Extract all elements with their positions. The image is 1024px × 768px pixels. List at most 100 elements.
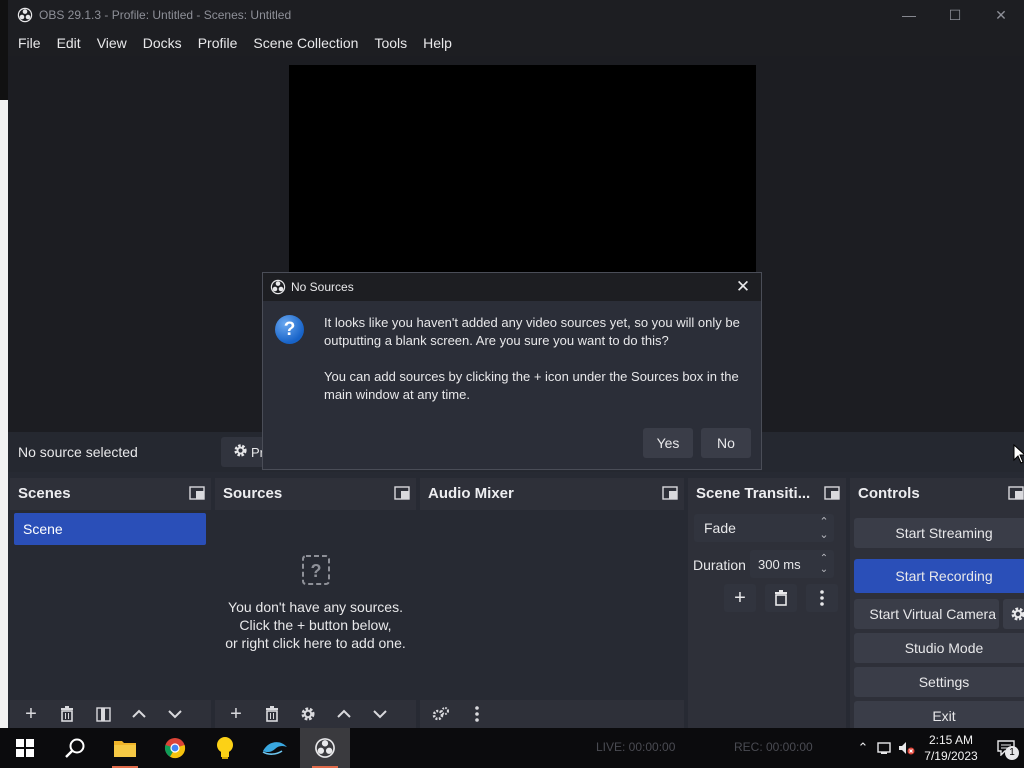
volume-muted-icon[interactable] (896, 728, 918, 768)
maximize-button[interactable]: ☐ (932, 0, 978, 30)
window-title: OBS 29.1.3 - Profile: Untitled - Scenes:… (39, 8, 292, 22)
empty-line-1: You don't have any sources. (228, 599, 403, 615)
question-icon: ? (275, 315, 304, 344)
plus-icon: + (734, 586, 746, 609)
obs-taskbar-button[interactable] (300, 728, 350, 768)
more-vertical-icon (820, 590, 824, 606)
menu-help[interactable]: Help (415, 30, 460, 56)
empty-sources-hint: ? You don't have any sources. Click the … (215, 554, 416, 652)
transition-select[interactable]: Fade ⌃ ⌄ (694, 514, 834, 542)
audio-mixer-dock: Audio Mixer (420, 478, 684, 728)
dialog-close-button[interactable]: ✕ (733, 277, 753, 297)
obs-logo-icon (270, 279, 286, 295)
chrome-button[interactable] (150, 728, 200, 768)
scenes-list[interactable]: Scene (10, 510, 211, 700)
start-streaming-button[interactable]: Start Streaming (854, 518, 1024, 548)
dolphin-app-button[interactable] (250, 728, 300, 768)
virtual-camera-settings-button[interactable] (1003, 599, 1024, 629)
search-button[interactable] (50, 728, 100, 768)
notifications-button[interactable]: 1 (988, 728, 1024, 768)
menu-view[interactable]: View (89, 30, 135, 56)
file-explorer-button[interactable] (100, 728, 150, 768)
undock-icon[interactable] (1008, 486, 1024, 500)
gear-icon (301, 707, 315, 721)
studio-mode-button[interactable]: Studio Mode (854, 633, 1024, 663)
remove-transition-button[interactable] (765, 584, 797, 612)
transition-value: Fade (704, 520, 736, 536)
obs-logo-icon (315, 738, 335, 758)
title-bar[interactable]: OBS 29.1.3 - Profile: Untitled - Scenes:… (8, 0, 1024, 30)
transition-menu-button[interactable] (806, 584, 838, 612)
menu-scene-collection[interactable]: Scene Collection (245, 30, 366, 56)
move-source-down-button[interactable] (363, 701, 397, 727)
scene-filters-button[interactable] (86, 701, 120, 727)
move-source-up-button[interactable] (327, 701, 361, 727)
no-button[interactable]: No (701, 428, 751, 458)
start-recording-button[interactable]: Start Recording (854, 559, 1024, 593)
close-window-button[interactable]: ✕ (978, 0, 1024, 30)
source-properties-button[interactable] (291, 701, 325, 727)
menu-tools[interactable]: Tools (366, 30, 415, 56)
show-hidden-icons-button[interactable]: ⌃ (852, 728, 874, 768)
obs-logo-icon (17, 7, 33, 23)
mouse-cursor-icon (1013, 444, 1024, 464)
remove-source-button[interactable] (255, 701, 289, 727)
add-source-button[interactable]: + (219, 701, 253, 727)
plus-icon: + (25, 702, 37, 725)
undock-icon[interactable] (824, 486, 840, 500)
scenes-title: Scenes (18, 484, 71, 502)
controls-title: Controls (858, 484, 920, 502)
add-scene-button[interactable]: + (14, 701, 48, 727)
advanced-audio-button[interactable] (424, 701, 458, 727)
search-icon (65, 738, 85, 758)
menu-edit[interactable]: Edit (49, 30, 89, 56)
start-virtual-camera-button[interactable]: Start Virtual Camera (854, 599, 999, 629)
clock-time: 2:15 AM (928, 733, 974, 747)
add-transition-button[interactable]: + (724, 584, 756, 612)
windows-logo-icon (16, 739, 34, 757)
empty-line-2: Click the + button below, (239, 617, 392, 633)
taskbar: LIVE: 00:00:00 REC: 00:00:00 ⌃ 2:15 AM 7… (0, 728, 1024, 768)
filter-icon (95, 706, 111, 722)
transitions-dock: Scene Transiti... Fade ⌃ ⌄ Duration 300 m… (688, 478, 846, 728)
scenes-dock: Scenes Scene + (10, 478, 211, 728)
menu-docks[interactable]: Docks (135, 30, 190, 56)
spinner-arrows-icon[interactable]: ⌃ ⌄ (814, 553, 834, 575)
empty-line-3: or right click here to add one. (225, 635, 406, 651)
sources-title: Sources (223, 484, 283, 502)
move-scene-down-button[interactable] (158, 701, 192, 727)
lightbulb-icon (217, 737, 233, 759)
remove-scene-button[interactable] (50, 701, 84, 727)
audio-menu-button[interactable] (460, 701, 494, 727)
duration-spinbox[interactable]: 300 ms ⌃ ⌄ (750, 550, 834, 578)
sources-dock: Sources ? You don't have any sources. Cl… (215, 478, 416, 728)
sources-list[interactable]: ? You don't have any sources. Click the … (215, 510, 416, 700)
dialog-title-bar[interactable]: No Sources ✕ (263, 273, 761, 301)
settings-button[interactable]: Settings (854, 667, 1024, 697)
system-tray: ⌃ 2:15 AM 7/19/2023 1 (852, 728, 1024, 768)
clock[interactable]: 2:15 AM 7/19/2023 (922, 732, 980, 764)
no-source-label: No source selected (18, 444, 138, 460)
svg-text:?: ? (310, 561, 321, 581)
tips-app-button[interactable] (200, 728, 250, 768)
move-scene-up-button[interactable] (122, 701, 156, 727)
plus-icon: + (230, 702, 242, 725)
menu-profile[interactable]: Profile (190, 30, 246, 56)
undock-icon[interactable] (394, 486, 410, 500)
menu-file[interactable]: File (10, 30, 49, 56)
dialog-message-text: It looks like you haven't added any vide… (324, 315, 740, 348)
exit-button[interactable]: Exit (854, 701, 1024, 728)
yes-button[interactable]: Yes (643, 428, 693, 458)
dialog-title: No Sources (291, 280, 354, 294)
scene-item[interactable]: Scene (14, 513, 206, 545)
chevron-up-icon (337, 709, 351, 718)
gear-icon (233, 443, 248, 461)
undock-icon[interactable] (189, 486, 205, 500)
question-icon: ? (301, 554, 331, 586)
desktop: OBS 29.1.3 - Profile: Untitled - Scenes:… (0, 0, 1024, 768)
minimize-button[interactable]: — (886, 0, 932, 30)
network-icon[interactable] (874, 728, 896, 768)
undock-icon[interactable] (662, 486, 678, 500)
start-button[interactable] (0, 728, 50, 768)
dialog-message: It looks like you haven't added any vide… (324, 314, 754, 404)
